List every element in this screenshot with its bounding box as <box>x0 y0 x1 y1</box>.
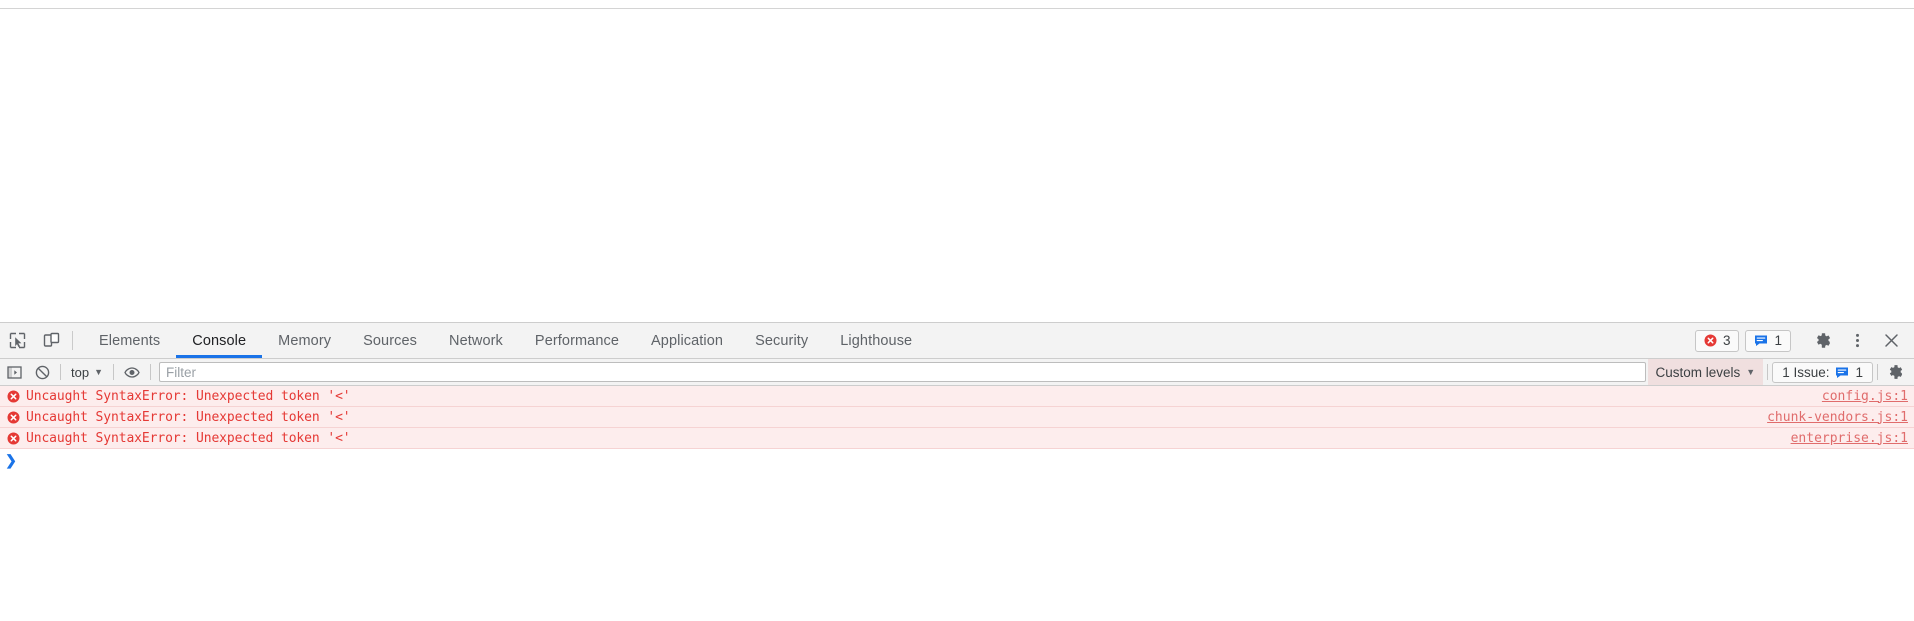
message-bubble-icon <box>1755 335 1768 346</box>
chevron-down-icon: ▼ <box>1746 367 1756 377</box>
console-toolbar-divider-3 <box>150 364 151 380</box>
console-message-row[interactable]: Uncaught SyntaxError: Unexpected token '… <box>0 428 1914 449</box>
viewport-top-divider <box>0 8 1914 9</box>
filter-input[interactable] <box>159 362 1646 382</box>
tab-sources[interactable]: Sources <box>347 323 433 358</box>
devtools-panel: Elements Console Memory Sources Network … <box>0 322 1914 621</box>
console-sidebar-icon[interactable] <box>0 359 28 385</box>
eye-icon-glyph <box>124 366 140 378</box>
execution-context-label: top <box>71 364 90 380</box>
tab-security[interactable]: Security <box>739 323 824 358</box>
issues-count: 1 <box>1855 364 1863 380</box>
console-message-text: Uncaught SyntaxError: Unexpected token '… <box>26 430 351 446</box>
console-message-row[interactable]: Uncaught SyntaxError: Unexpected token '… <box>0 386 1914 407</box>
issues-label: 1 Issue: <box>1782 364 1830 380</box>
message-bubble-icon <box>1836 367 1849 378</box>
console-message-row[interactable]: Uncaught SyntaxError: Unexpected token '… <box>0 407 1914 428</box>
message-count-badge[interactable]: 1 <box>1745 329 1791 352</box>
gear-icon-glyph <box>1889 365 1903 379</box>
console-sidebar-icon-glyph <box>6 365 22 379</box>
console-message-text: Uncaught SyntaxError: Unexpected token '… <box>26 388 351 404</box>
error-circle-icon <box>1704 334 1717 347</box>
console-toolbar-divider-1 <box>60 364 61 380</box>
clear-console-icon-glyph <box>35 365 49 379</box>
console-toolbar-divider-4 <box>1767 364 1769 380</box>
error-circle-icon-glyph <box>7 411 19 423</box>
console-message-source-link[interactable]: config.js:1 <box>1810 389 1908 404</box>
error-circle-icon-glyph <box>7 432 19 444</box>
console-toolbar-divider-2 <box>113 364 114 380</box>
devtools-tabstrip: Elements Console Memory Sources Network … <box>0 323 1914 359</box>
console-prompt-input[interactable] <box>18 451 1908 469</box>
tab-performance[interactable]: Performance <box>519 323 635 358</box>
tab-lighthouse[interactable]: Lighthouse <box>824 323 928 358</box>
inspect-element-icon[interactable] <box>0 323 34 358</box>
tab-application[interactable]: Application <box>635 323 739 358</box>
close-icon[interactable] <box>1874 332 1908 349</box>
gear-icon[interactable] <box>1806 332 1840 349</box>
inspect-element-icon-glyph <box>9 332 25 349</box>
error-circle-icon <box>6 431 20 445</box>
execution-context-selector[interactable]: top ▼ <box>65 362 109 382</box>
console-message-text: Uncaught SyntaxError: Unexpected token '… <box>26 409 351 425</box>
console-message-source-link[interactable]: enterprise.js:1 <box>1779 431 1908 446</box>
tab-elements[interactable]: Elements <box>83 323 176 358</box>
error-circle-icon <box>6 389 20 403</box>
message-count-value: 1 <box>1774 333 1782 348</box>
live-expression-eye-icon[interactable] <box>118 359 146 385</box>
clear-console-icon[interactable] <box>28 359 56 385</box>
more-vertical-icon-glyph <box>1855 333 1859 348</box>
more-vertical-icon[interactable] <box>1840 332 1874 349</box>
console-filter-toolbar: top ▼ Custom levels ▼ 1 Issue: 1 <box>0 359 1914 386</box>
tab-network[interactable]: Network <box>433 323 519 358</box>
error-count-badge[interactable]: 3 <box>1694 329 1740 352</box>
device-toolbar-icon[interactable] <box>34 323 68 358</box>
prompt-chevron-icon: ❯ <box>5 452 17 468</box>
panel-tabs: Elements Console Memory Sources Network … <box>83 323 1695 358</box>
console-message-source-link[interactable]: chunk-vendors.js:1 <box>1755 410 1908 425</box>
gear-icon-glyph <box>1816 333 1830 348</box>
tabstrip-right-controls: 3 1 <box>1694 323 1914 358</box>
tabstrip-divider <box>72 331 73 350</box>
close-icon-glyph <box>1884 334 1898 347</box>
log-levels-label: Custom levels <box>1655 364 1741 380</box>
console-message-list: Uncaught SyntaxError: Unexpected token '… <box>0 386 1914 473</box>
chevron-down-icon: ▼ <box>94 367 103 377</box>
page-viewport <box>0 0 1914 322</box>
error-count-value: 3 <box>1722 333 1731 348</box>
console-settings-gear-icon[interactable] <box>1882 359 1910 385</box>
issues-badge[interactable]: 1 Issue: 1 <box>1772 361 1873 383</box>
error-circle-icon <box>6 410 20 424</box>
tab-console[interactable]: Console <box>176 323 263 358</box>
console-prompt-row[interactable]: ❯ <box>0 449 1914 473</box>
tab-memory[interactable]: Memory <box>262 323 347 358</box>
log-levels-selector[interactable]: Custom levels ▼ <box>1647 359 1764 385</box>
error-circle-icon-glyph <box>7 390 19 402</box>
console-toolbar-divider-5 <box>1877 364 1878 380</box>
device-toolbar-icon-glyph <box>43 332 59 347</box>
